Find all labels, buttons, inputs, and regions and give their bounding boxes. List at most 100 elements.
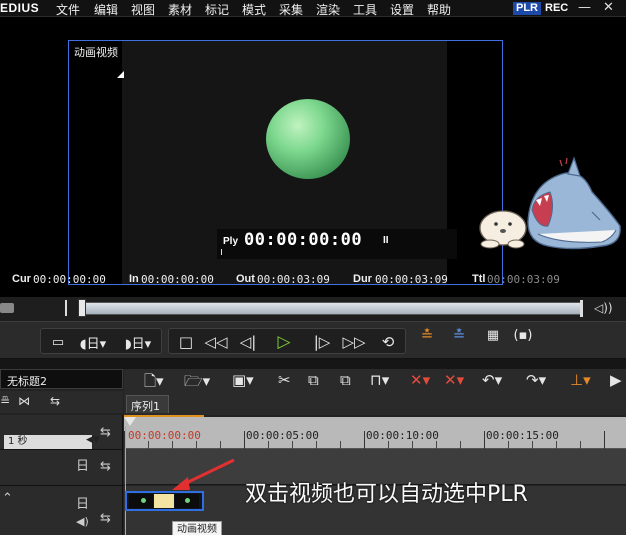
menu-capture[interactable]: 采集	[279, 1, 303, 18]
out-label: Out	[236, 273, 255, 285]
loop-icon[interactable]: ⟲	[373, 329, 403, 355]
va-track-mark[interactable]: 日	[76, 493, 89, 512]
audio-monitor-icon[interactable]: ◁))	[594, 301, 613, 315]
timecode-tick	[221, 249, 222, 255]
delete-icon[interactable]: ✕▾	[410, 371, 430, 389]
in-timecode: 00:00:00:00	[141, 273, 214, 286]
menu-mode[interactable]: 模式	[242, 1, 266, 18]
menu-marker[interactable]: 标记	[205, 1, 229, 18]
in-point-marker	[65, 300, 67, 316]
scrub-track[interactable]	[82, 302, 582, 315]
menu-tools[interactable]: 工具	[353, 1, 377, 18]
track-sync-icon[interactable]: ⇆	[100, 425, 111, 440]
link-icon[interactable]: ⋈	[18, 394, 30, 408]
timeline-toolbar: 🗋▾ 🗁▾ ▣▾ ✂ ⧉ ⧉ ⊓▾ ✕▾ ✕▾ ↶▾ ↷▾ ⊥▾ ▶	[124, 369, 626, 393]
panel-separator	[0, 449, 123, 450]
pause-icon: II	[383, 235, 389, 246]
overwrite-icon[interactable]: ≛	[444, 322, 474, 348]
out-point-icon[interactable]: ◗日▾	[117, 329, 159, 355]
minimize-button[interactable]: —	[578, 0, 591, 15]
timecode-mode-label: Ply	[223, 236, 239, 247]
sync-icon[interactable]: (▪)	[508, 322, 538, 348]
ruler-label: 00:00:15:00	[486, 429, 559, 442]
close-button[interactable]: ✕	[603, 0, 614, 15]
rec-mode-button[interactable]: REC	[545, 2, 568, 14]
ruler-label: 00:00:05:00	[246, 429, 319, 442]
track-arrow-icon[interactable]: ⌃	[2, 491, 13, 506]
timeline-scale-select[interactable]: 1 秒	[4, 435, 92, 449]
step-forward-icon[interactable]: |▷	[307, 329, 337, 355]
menu-edit[interactable]: 编辑	[94, 1, 118, 18]
track-sync-icon[interactable]: ⇆	[100, 459, 111, 474]
menu-clip[interactable]: 素材	[168, 1, 192, 18]
track-tool-icon[interactable]: ≞	[0, 394, 10, 408]
v1-track-mark[interactable]: 日	[76, 455, 89, 474]
scrub-handle[interactable]	[78, 299, 86, 317]
menu-file[interactable]: 文件	[56, 1, 80, 18]
out-point-marker	[580, 300, 583, 317]
menu-view[interactable]: 视图	[131, 1, 155, 18]
ripple-delete-icon[interactable]: ✕▾	[444, 371, 464, 389]
app-logo: EDIUS	[0, 1, 40, 15]
ruler-tick	[268, 441, 269, 449]
preview-window[interactable]: Ply 00:00:00:00 II 动画视频	[68, 40, 503, 285]
chevron-down-icon[interactable]: ◀▼	[86, 435, 100, 445]
menu-help[interactable]: 帮助	[427, 1, 451, 18]
clip-thumbnail	[154, 494, 174, 508]
video-frame: Ply 00:00:00:00 II	[122, 41, 457, 284]
green-ball	[266, 99, 350, 179]
insert-icon[interactable]: ≛	[412, 322, 442, 348]
copy-icon[interactable]: ⧉	[308, 371, 319, 389]
timeline-ruler[interactable]: 00:00:00:00 00:00:05:00 00:00:10:00 00:0…	[124, 417, 626, 449]
in-label: In	[129, 273, 139, 285]
ruler-tick	[436, 441, 437, 449]
ttl-timecode: 00:00:03:09	[487, 273, 560, 286]
marker-icon[interactable]: ▭	[43, 329, 73, 355]
in-point-icon[interactable]: ◖日▾	[73, 329, 113, 355]
menu-settings[interactable]: 设置	[390, 1, 414, 18]
render-icon[interactable]: ▦	[478, 322, 508, 348]
ruler-tick	[172, 441, 173, 449]
paste-icon[interactable]: ⧉	[340, 371, 351, 389]
more-tools-icon[interactable]: ▶	[610, 371, 622, 389]
safe-area-marker-icon	[117, 71, 124, 78]
ruler-tick	[484, 431, 485, 449]
dur-label: Dur	[353, 273, 372, 285]
timecode-overlay: Ply 00:00:00:00 II	[217, 229, 457, 259]
rewind-icon[interactable]: ◁◁	[201, 329, 231, 355]
project-name[interactable]: 无标题2	[0, 369, 123, 389]
ruler-tick	[292, 441, 293, 449]
dur-timecode: 00:00:03:09	[375, 273, 448, 286]
add-marker-icon[interactable]: ⊥▾	[570, 371, 591, 389]
marker-button-group: ▭ ◖日▾ ◗日▾	[40, 328, 162, 354]
replace-icon[interactable]: ⊓▾	[370, 371, 389, 389]
plr-mode-button[interactable]: PLR	[513, 2, 541, 15]
play-icon[interactable]: ▷	[269, 329, 299, 355]
tab-sequence-1[interactable]: 序列1	[126, 395, 169, 413]
cur-timecode: 00:00:00:00	[33, 273, 106, 286]
track-sync-icon[interactable]: ⇆	[100, 511, 111, 526]
ruler-tick	[220, 441, 221, 449]
panel-divider	[0, 359, 626, 369]
undo-icon[interactable]: ↶▾	[482, 371, 502, 389]
fast-forward-icon[interactable]: ▷▷	[339, 329, 369, 355]
playback-button-group: □ ◁◁ ◁| ▷ |▷ ▷▷ ⟲	[168, 328, 406, 354]
stop-icon[interactable]: □	[171, 329, 201, 355]
cut-icon[interactable]: ✂	[278, 371, 291, 389]
player-area: Ply 00:00:00:00 II 动画视频 Cur 00:00:00:00	[0, 17, 626, 297]
playhead-handle[interactable]	[124, 417, 136, 426]
redo-icon[interactable]: ↷▾	[526, 371, 546, 389]
clip-dot	[185, 498, 190, 503]
playhead-line	[125, 426, 126, 535]
track-header-panel: ⇆ 日 ⇆ ⌃ 日 ◀) ⇆	[0, 415, 123, 535]
step-back-icon[interactable]: ◁|	[233, 329, 263, 355]
group-icon[interactable]: ⇆	[50, 394, 60, 408]
save-icon[interactable]: ▣▾	[232, 371, 254, 389]
ruler-tick	[316, 441, 317, 449]
ruler-tick	[532, 441, 533, 449]
clip-thumbnail	[175, 494, 199, 508]
speaker-icon[interactable]: ◀)	[76, 515, 89, 528]
scrub-scroll-button[interactable]	[0, 303, 14, 313]
menu-render[interactable]: 渲染	[316, 1, 340, 18]
ruler-tick	[244, 431, 245, 449]
